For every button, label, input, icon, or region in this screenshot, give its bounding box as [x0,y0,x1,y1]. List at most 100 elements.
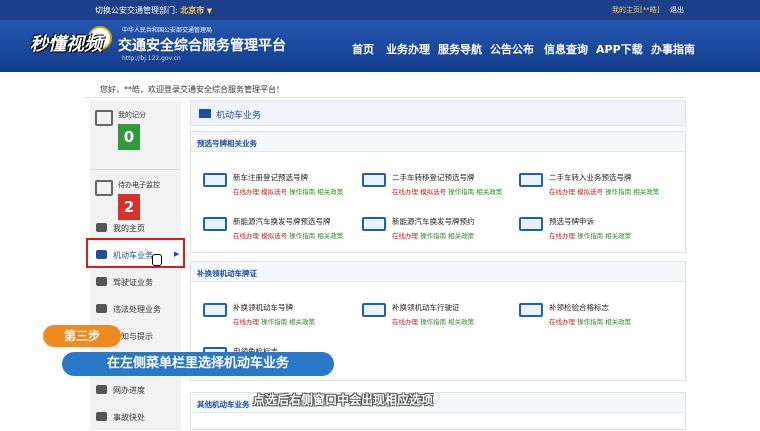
license-plate-icon [203,303,227,317]
sidebar-item-violations[interactable]: 违法处理业务 [90,295,181,323]
service-title[interactable]: 新车注册登记预选号牌 [233,172,308,183]
service-title[interactable]: 新能源汽车换发号牌预选号牌 [233,216,331,227]
service-item[interactable]: 预选号牌申诉 在线办理 操作指南 相关政策 [519,214,669,248]
city-switch[interactable]: 切换公安交通管理部门: 北京市 ▼ [95,5,212,16]
service-item[interactable]: 补换领机动车号牌 在线办理 操作指南 相关政策 [203,300,353,334]
service-item[interactable]: 补换领机动车行驶证 在线办理 操作指南 相关政策 [362,300,512,334]
link-online[interactable]: 在线办理 [549,232,575,240]
service-item[interactable]: 二手车转入业务预选号牌 在线办理 模拟选号 操作指南 相关政策 [519,170,669,204]
sidebar-item-label: 事故快处 [113,413,145,422]
service-item[interactable]: 补领检验合格标志 在线办理 操作指南 相关政策 [519,300,669,334]
link-online[interactable]: 在线办理 [233,232,259,240]
link-simulate[interactable]: 模拟选号 [261,188,287,196]
link-policy[interactable]: 相关政策 [448,318,474,326]
link-policy[interactable]: 相关政策 [605,318,631,326]
link-online[interactable]: 在线办理 [233,318,259,326]
badge-icon [519,303,543,317]
service-title[interactable]: 二手车转移登记预选号牌 [392,172,475,183]
watermark-logo: 秒懂视频 [30,34,102,55]
link-online[interactable]: 在线办理 [392,188,418,196]
hand-cursor-icon [152,254,162,266]
service-links: 在线办理 操作指南 相关政策 [392,230,474,240]
nav-service-guide[interactable]: 服务导航 [438,41,482,57]
link-policy[interactable]: 相关政策 [317,232,343,240]
home-icon [96,223,107,232]
link-online[interactable]: 在线办理 [392,232,418,240]
caption-main: 在左侧菜单栏里选择机动车业务 [62,352,334,376]
nav-announcements[interactable]: 公告公布 [490,41,534,57]
service-title[interactable]: 补换领机动车号牌 [233,302,293,313]
link-policy[interactable]: 相关政策 [633,188,659,196]
link-online[interactable]: 在线办理 [549,318,575,326]
nav-app-download[interactable]: APP下载 [596,41,643,57]
link-policy[interactable]: 相关政策 [476,188,502,196]
top-bar: 切换公安交通管理部门: 北京市 ▼ 我的主页[**皓] 退出 [0,0,760,20]
nav-home[interactable]: 首页 [352,41,374,57]
points-value[interactable]: 0 [118,124,140,150]
divider [85,97,685,98]
link-simulate[interactable]: 模拟选号 [261,232,287,240]
section-title: 其他机动车业务 [197,400,250,409]
link-online[interactable]: 在线办理 [392,318,418,326]
section-header: 预选号牌相关业务 [191,132,685,152]
link-guide[interactable]: 操作指南 [605,188,631,196]
sidebar-item-progress[interactable]: 网办进度 [90,376,181,404]
link-guide[interactable]: 操作指南 [577,232,603,240]
site-url: http://bj.122.gov.cn [122,55,181,62]
service-title[interactable]: 补领检验合格标志 [549,302,609,313]
nav-guide[interactable]: 办事指南 [651,41,695,57]
header-banner [0,20,760,72]
id-card-icon [362,303,386,317]
link-policy[interactable]: 相关政策 [448,232,474,240]
link-guide[interactable]: 操作指南 [289,188,315,196]
service-links: 在线办理 模拟选号 操作指南 相关政策 [233,186,343,196]
link-guide[interactable]: 操作指南 [577,318,603,326]
section-plate-preselect: 预选号牌相关业务 新车注册登记预选号牌 在线办理 模拟选号 操作指南 相关政策 … [190,131,686,253]
nav-info-query[interactable]: 信息查询 [544,41,588,57]
id-card-icon [96,277,107,286]
monitoring-label: 待办电子监控 [118,181,160,189]
link-policy[interactable]: 相关政策 [605,232,631,240]
my-home-link[interactable]: 我的主页[**皓] [612,5,659,15]
service-item[interactable]: 二手车转移登记预选号牌 在线办理 模拟选号 操作指南 相关政策 [362,170,512,204]
service-item[interactable]: 新车注册登记预选号牌 在线办理 模拟选号 操作指南 相关政策 [203,170,353,204]
sidebar-item-license[interactable]: 驾驶证业务 [90,268,181,296]
sidebar-item-accident[interactable]: 事故快处 [90,403,181,431]
license-plate-icon [203,217,227,231]
link-policy[interactable]: 相关政策 [289,318,315,326]
site-subtitle: 中华人民共和国公安部交通管理局 [122,27,213,34]
service-item[interactable]: 新能源汽车换发号牌预约 在线办理 操作指南 相关政策 [362,214,512,248]
service-title[interactable]: 补换领机动车行驶证 [392,302,460,313]
section-header: 补换领机动车牌证 [191,262,685,282]
service-item[interactable]: 新能源汽车换发号牌预选号牌 在线办理 模拟选号 操作指南 相关政策 [203,214,353,248]
city-switch-label: 切换公安交通管理部门: [95,6,178,15]
service-title[interactable]: 预选号牌申诉 [549,216,594,227]
service-links: 在线办理 模拟选号 操作指南 相关政策 [549,186,659,196]
link-guide[interactable]: 操作指南 [261,318,287,326]
welcome-text: 您好，**皓，欢迎登录交通安全综合服务管理平台！ [100,85,284,94]
chevron-down-icon[interactable]: ▼ [207,7,212,15]
link-policy[interactable]: 相关政策 [317,188,343,196]
handshake-icon [519,217,543,231]
link-simulate[interactable]: 模拟选号 [420,188,446,196]
link-guide[interactable]: 操作指南 [448,188,474,196]
logout-link[interactable]: 退出 [670,5,684,15]
main-header-title: 机动车业务 [216,111,262,121]
license-plate-icon [203,173,227,187]
link-online[interactable]: 在线办理 [233,188,259,196]
nav-business[interactable]: 业务办理 [386,41,430,57]
service-title[interactable]: 新能源汽车换发号牌预约 [392,216,475,227]
link-simulate[interactable]: 模拟选号 [577,188,603,196]
link-guide[interactable]: 操作指南 [420,232,446,240]
service-title[interactable]: 二手车转入业务预选号牌 [549,172,632,183]
link-guide[interactable]: 操作指南 [289,232,315,240]
sidebar-item-label: 驾驶证业务 [113,278,153,287]
current-city[interactable]: 北京市 [180,6,204,15]
site-title[interactable]: 交通安全综合服务管理平台 [118,35,286,55]
highlight-box [86,238,185,268]
points-card[interactable]: 我的记分 0 [90,100,181,170]
link-guide[interactable]: 操作指南 [420,318,446,326]
link-online[interactable]: 在线办理 [549,188,575,196]
calendar-icon [362,217,386,231]
service-links: 在线办理 模拟选号 操作指南 相关政策 [233,230,343,240]
